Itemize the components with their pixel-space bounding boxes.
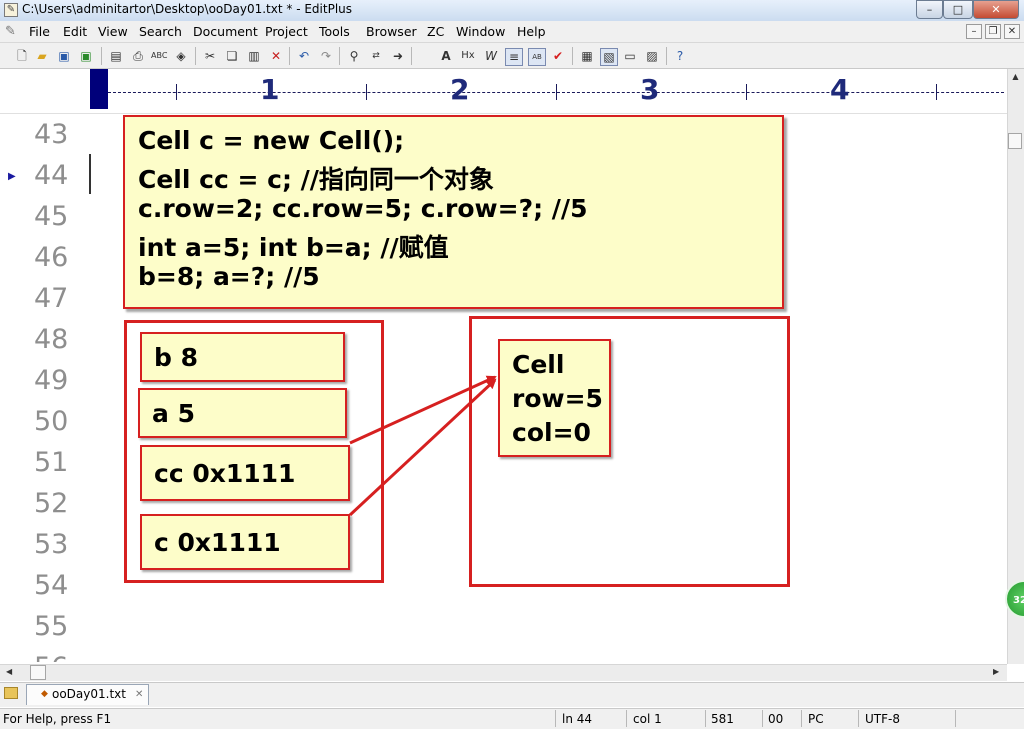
modified-file-icon: ◆: [41, 689, 48, 699]
tab-label[interactable]: ooDay01.txt: [52, 687, 126, 701]
cc-reference-arrow: [349, 375, 497, 445]
status-encoding: UTF-8: [865, 712, 900, 726]
scroll-up-icon[interactable]: ▲: [1008, 72, 1023, 84]
horizontal-scroll-thumb[interactable]: [30, 665, 46, 680]
vertical-scroll-thumb[interactable]: [1008, 133, 1022, 149]
folder-icon[interactable]: [4, 687, 18, 699]
scroll-left-icon[interactable]: ◀: [6, 667, 12, 676]
scroll-right-icon[interactable]: ▶: [993, 667, 999, 676]
status-file-format: PC: [808, 712, 824, 726]
status-help: For Help, press F1: [3, 712, 112, 726]
status-line: ln 44: [562, 712, 593, 726]
tab-close-icon[interactable]: ✕: [135, 689, 143, 700]
vertical-scrollbar[interactable]: [1007, 69, 1024, 664]
document-tab-bar: [0, 682, 1024, 707]
status-mode: 00: [768, 712, 784, 726]
c-reference-arrow: [348, 378, 497, 517]
status-column: col 1: [633, 712, 662, 726]
horizontal-scrollbar[interactable]: [0, 664, 1007, 681]
status-char-count: 581: [711, 712, 734, 726]
reference-arrows: [348, 375, 497, 517]
